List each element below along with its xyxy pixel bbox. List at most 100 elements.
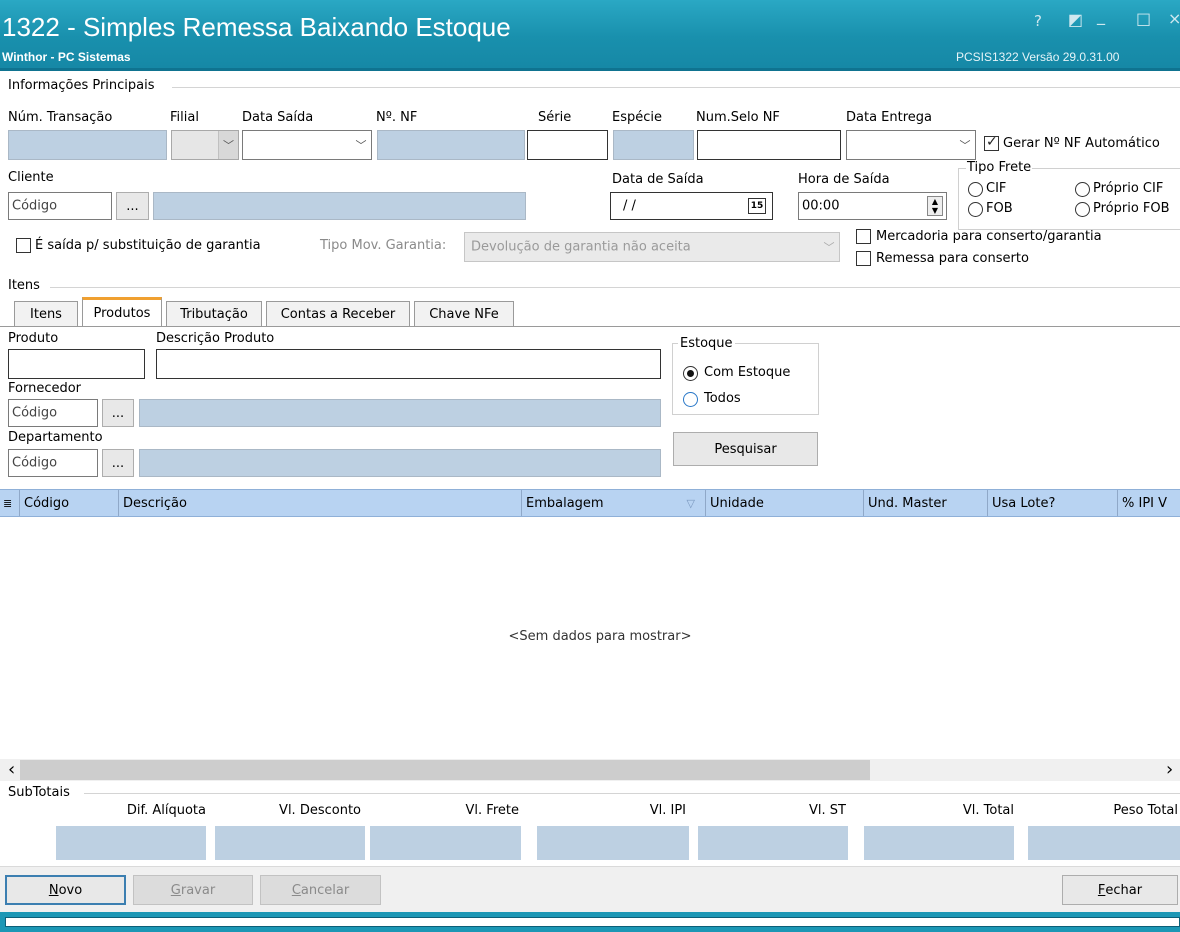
grid-header-codigo[interactable]: Código xyxy=(20,490,119,516)
peso-total-value xyxy=(1028,826,1180,860)
tipo-mov-select[interactable]: Devolução de garantia não aceita ﹀ xyxy=(464,232,840,262)
fornecedor-label: Fornecedor xyxy=(8,381,82,396)
com-estoque-radio[interactable] xyxy=(683,366,698,381)
departamento-codigo-field[interactable]: Código xyxy=(8,449,98,477)
frete-proprio-cif-label: Próprio CIF xyxy=(1093,181,1164,196)
frete-cif-radio[interactable] xyxy=(968,182,983,197)
close-button[interactable]: × xyxy=(1168,9,1180,28)
data-de-saida-value: / / xyxy=(623,198,636,214)
cliente-codigo-placeholder: Código xyxy=(12,198,58,214)
tab-chave-nfe[interactable]: Chave NFe xyxy=(414,301,514,327)
novo-accesskey: N xyxy=(48,882,59,898)
vl-frete-value xyxy=(370,826,521,860)
departamento-lookup-button[interactable]: ... xyxy=(102,449,134,477)
hora-stepper[interactable]: ▲ ▼ xyxy=(927,196,943,216)
filial-select[interactable]: ﹀ xyxy=(171,130,239,160)
cancelar-label: ancelar xyxy=(300,882,350,898)
hora-saida-value: 00:00 xyxy=(802,198,840,214)
horizontal-scrollbar[interactable]: ‹ › xyxy=(0,759,1180,781)
gravar-accesskey: G xyxy=(170,882,181,898)
dif-aliquota-value xyxy=(56,826,206,860)
vl-total-value xyxy=(864,826,1014,860)
gravar-button[interactable]: Gravar xyxy=(133,875,253,905)
tab-produtos[interactable]: Produtos xyxy=(82,297,162,327)
mercadoria-conserto-checkbox[interactable] xyxy=(856,229,871,244)
serie-field[interactable] xyxy=(527,130,608,160)
tab-tributacao[interactable]: Tributação xyxy=(166,301,262,327)
tipo-frete-group xyxy=(958,168,1180,230)
chevron-down-icon: ﹀ xyxy=(218,131,238,159)
maximize-button[interactable]: □ xyxy=(1136,9,1151,28)
frete-proprio-fob-radio[interactable] xyxy=(1075,202,1090,217)
cliente-codigo-field[interactable]: Código xyxy=(8,192,112,220)
produto-field[interactable] xyxy=(8,349,145,379)
pesquisar-button[interactable]: Pesquisar xyxy=(673,432,818,466)
novo-button[interactable]: Novo xyxy=(5,875,126,905)
filter-icon[interactable]: ▽ xyxy=(687,497,695,510)
status-bar xyxy=(5,917,1180,927)
grid-header-unidade[interactable]: Unidade xyxy=(706,490,864,516)
vl-total-label: Vl. Total xyxy=(962,803,1014,818)
num-selo-label: Num.Selo NF xyxy=(696,110,780,125)
itens-group-label: Itens xyxy=(8,278,40,293)
fornecedor-codigo-placeholder: Código xyxy=(12,405,58,421)
principal-separator xyxy=(172,87,1180,88)
frete-proprio-cif-radio[interactable] xyxy=(1075,182,1090,197)
departamento-name-field xyxy=(139,449,661,477)
fornecedor-codigo-field[interactable]: Código xyxy=(8,399,98,427)
cliente-lookup-button[interactable]: ... xyxy=(116,192,149,220)
minimize-button[interactable]: _ xyxy=(1097,6,1105,25)
filial-label: Filial xyxy=(170,110,199,125)
data-de-saida-label: Data de Saída xyxy=(612,172,704,187)
data-de-saida-field[interactable]: / / 15 xyxy=(610,192,773,220)
data-saida-select[interactable]: ﹀ xyxy=(242,130,372,160)
hora-saida-field[interactable]: 00:00 ▲ ▼ xyxy=(798,192,947,220)
tab-itens[interactable]: Itens xyxy=(14,301,78,327)
grid-header: ≣ Código Descrição Embalagem ▽ Unidade U… xyxy=(0,489,1180,517)
gerar-nf-checkbox[interactable] xyxy=(984,134,999,151)
grid-header-usa-lote[interactable]: Usa Lote? xyxy=(988,490,1118,516)
com-estoque-label: Com Estoque xyxy=(704,365,791,380)
vl-ipi-label: Vl. IPI xyxy=(649,803,686,818)
grid-column-options-icon[interactable]: ≣ xyxy=(0,490,20,516)
scrollbar-thumb[interactable] xyxy=(20,760,870,780)
num-transacao-field[interactable] xyxy=(8,130,167,160)
todos-radio[interactable] xyxy=(683,392,698,407)
principal-group-label: Informações Principais xyxy=(8,78,155,93)
fornecedor-name-field xyxy=(139,399,661,427)
grid-header-embalagem[interactable]: Embalagem ▽ xyxy=(522,490,706,516)
restore-button[interactable]: ◩ xyxy=(1068,10,1083,29)
data-entrega-select[interactable]: ﹀ xyxy=(846,130,976,160)
tab-contas-receber[interactable]: Contas a Receber xyxy=(266,301,410,327)
grid-header-ipi[interactable]: % IPI V xyxy=(1118,490,1180,516)
cancelar-accesskey: C xyxy=(291,882,301,898)
grid-body[interactable]: <Sem dados para mostrar> xyxy=(0,517,1180,759)
peso-total-label: Peso Total xyxy=(1113,803,1178,818)
data-saida-label: Data Saída xyxy=(242,110,314,125)
vl-st-label: Vl. ST xyxy=(809,803,846,818)
especie-field[interactable] xyxy=(613,130,694,160)
calendar-icon[interactable]: 15 xyxy=(748,198,766,214)
fechar-button[interactable]: Fechar xyxy=(1062,875,1178,905)
itens-separator xyxy=(50,287,1180,288)
fornecedor-lookup-button[interactable]: ... xyxy=(102,399,134,427)
title-bar-border xyxy=(0,68,1180,71)
grid-header-descricao[interactable]: Descrição xyxy=(119,490,522,516)
version-label: PCSIS1322 Versão 29.0.31.00 xyxy=(956,50,1120,64)
saida-garantia-checkbox[interactable] xyxy=(16,238,31,253)
scroll-left-icon[interactable]: ‹ xyxy=(8,759,15,781)
grid-header-embalagem-label: Embalagem xyxy=(526,495,604,511)
departamento-label: Departamento xyxy=(8,430,103,445)
num-transacao-label: Núm. Transação xyxy=(8,110,113,125)
remessa-conserto-checkbox[interactable] xyxy=(856,251,871,266)
num-selo-field[interactable] xyxy=(697,130,841,160)
frete-fob-radio[interactable] xyxy=(968,202,983,217)
descricao-produto-field[interactable] xyxy=(156,349,661,379)
scroll-right-icon[interactable]: › xyxy=(1166,759,1173,781)
help-button[interactable]: ? xyxy=(1034,12,1042,30)
nf-label: Nº. NF xyxy=(376,110,418,125)
cancelar-button[interactable]: Cancelar xyxy=(260,875,381,905)
nf-field[interactable] xyxy=(377,130,525,160)
frete-proprio-fob-label: Próprio FOB xyxy=(1093,201,1170,216)
grid-header-und-master[interactable]: Und. Master xyxy=(864,490,988,516)
